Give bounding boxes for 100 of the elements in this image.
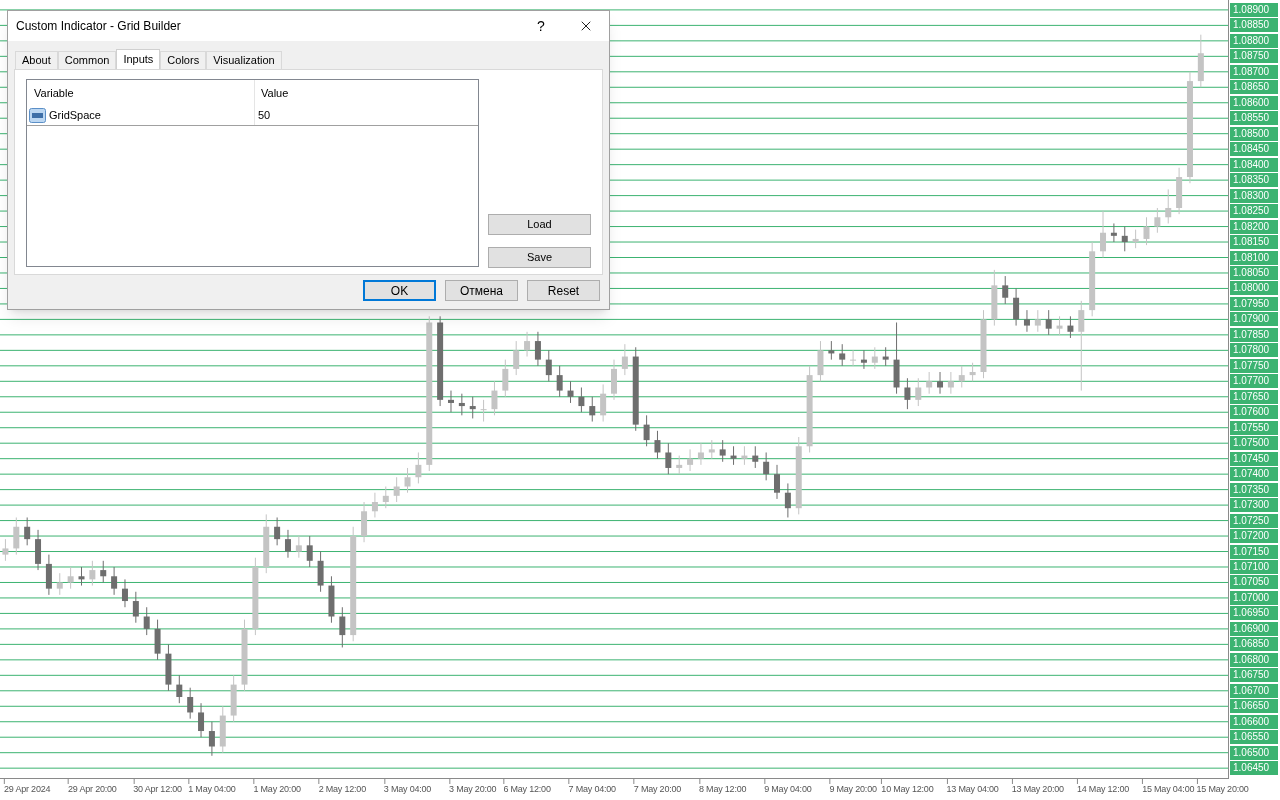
price-label: 1.08750 — [1230, 49, 1278, 64]
candle — [1034, 309, 1041, 333]
price-label: 1.07500 — [1230, 436, 1278, 451]
candle — [1100, 210, 1107, 258]
candle — [458, 393, 465, 416]
candle — [1013, 287, 1020, 327]
dialog-button[interactable]: Отмена — [445, 280, 518, 301]
time-label: 13 May 20:00 — [1011, 784, 1064, 795]
price-label: 1.07850 — [1230, 327, 1278, 342]
column-header: Value — [260, 85, 290, 101]
candle — [24, 517, 31, 546]
tab[interactable]: Colors — [160, 51, 207, 69]
candle — [393, 476, 400, 503]
candle — [45, 554, 52, 596]
candle — [774, 464, 780, 500]
price-label: 1.06800 — [1230, 652, 1278, 667]
candle — [35, 529, 42, 571]
price-label: 1.08300 — [1230, 188, 1278, 203]
candle — [643, 414, 650, 447]
price-label: 1.07100 — [1230, 560, 1278, 574]
price-label: 1.07400 — [1230, 467, 1278, 482]
candle — [306, 535, 313, 568]
time-label: 6 May 12:00 — [503, 784, 551, 795]
candle — [1165, 188, 1172, 224]
candle — [448, 390, 454, 413]
candle — [480, 399, 487, 423]
time-label: 30 Apr 12:00 — [133, 784, 182, 795]
price-label: 1.07600 — [1230, 405, 1278, 420]
candle — [763, 452, 770, 481]
table-cell-text: 50 — [257, 108, 271, 124]
price-label: 1.06650 — [1230, 699, 1278, 714]
candle — [371, 492, 378, 518]
price-label: 1.07450 — [1230, 451, 1278, 466]
candle — [67, 566, 74, 590]
column-header: Variable — [27, 80, 255, 106]
candle — [545, 349, 552, 382]
price-label: 1.07150 — [1230, 544, 1278, 559]
price-label: 1.08850 — [1230, 18, 1278, 33]
dialog-button[interactable]: Reset — [527, 280, 600, 301]
price-label: 1.06550 — [1230, 730, 1278, 745]
side-button[interactable]: Load — [488, 214, 591, 235]
time-label: 1 May 04:00 — [188, 784, 236, 795]
price-label: 1.07200 — [1230, 529, 1278, 544]
candle — [697, 442, 704, 466]
price-label: 1.07900 — [1230, 312, 1278, 327]
candle — [263, 513, 270, 574]
candle — [958, 365, 965, 388]
candle — [469, 396, 476, 419]
candle — [317, 551, 324, 593]
price-label: 1.07650 — [1230, 389, 1278, 404]
candle — [719, 439, 726, 463]
candle — [567, 380, 574, 404]
candle — [524, 331, 531, 358]
candle — [415, 452, 422, 484]
price-label: 1.08200 — [1230, 219, 1278, 234]
candle — [1143, 216, 1150, 246]
price-label: 1.08800 — [1230, 33, 1278, 48]
candle — [176, 674, 183, 704]
candle — [980, 309, 987, 379]
time-label: 2 May 12:00 — [318, 784, 366, 795]
window-title: Custom Indicator - Grid Builder — [16, 18, 182, 35]
tab[interactable]: About — [15, 51, 58, 69]
help-button[interactable]: ? — [519, 11, 563, 41]
dialog-button[interactable]: OK — [363, 280, 436, 301]
price-label: 1.08600 — [1230, 95, 1278, 110]
candle — [274, 517, 281, 546]
candle — [502, 359, 509, 398]
candle — [78, 566, 85, 587]
candle — [556, 365, 563, 398]
candle — [611, 359, 617, 401]
candle — [2, 538, 9, 562]
time-label: 7 May 04:00 — [568, 784, 616, 795]
side-button[interactable]: Save — [488, 247, 591, 268]
candle — [219, 705, 226, 754]
table-cell-text: GridSpace — [49, 108, 101, 124]
time-label: 9 May 04:00 — [764, 784, 812, 795]
candle — [752, 445, 759, 469]
candle — [817, 340, 824, 382]
tab[interactable]: Inputs — [116, 49, 161, 69]
candle — [1002, 275, 1009, 305]
candle — [1132, 229, 1139, 249]
price-label: 1.07550 — [1230, 420, 1278, 435]
tab[interactable]: Common — [57, 51, 117, 69]
price-label: 1.07250 — [1230, 513, 1278, 528]
price-label: 1.08100 — [1230, 250, 1278, 265]
candle — [89, 560, 96, 587]
price-label: 1.08550 — [1230, 111, 1278, 126]
price-label: 1.08150 — [1230, 235, 1278, 249]
price-label: 1.07950 — [1230, 296, 1278, 311]
candle — [230, 674, 237, 723]
tab[interactable]: Visualization — [206, 51, 282, 69]
time-label: 1 May 20:00 — [253, 784, 301, 795]
candle — [165, 643, 172, 692]
candle — [969, 362, 976, 382]
candle — [784, 482, 791, 518]
price-label: 1.06750 — [1230, 668, 1278, 683]
price-label: 1.08350 — [1230, 173, 1278, 188]
candle — [654, 430, 661, 460]
candle — [491, 380, 498, 416]
time-label: 13 May 04:00 — [946, 784, 999, 795]
